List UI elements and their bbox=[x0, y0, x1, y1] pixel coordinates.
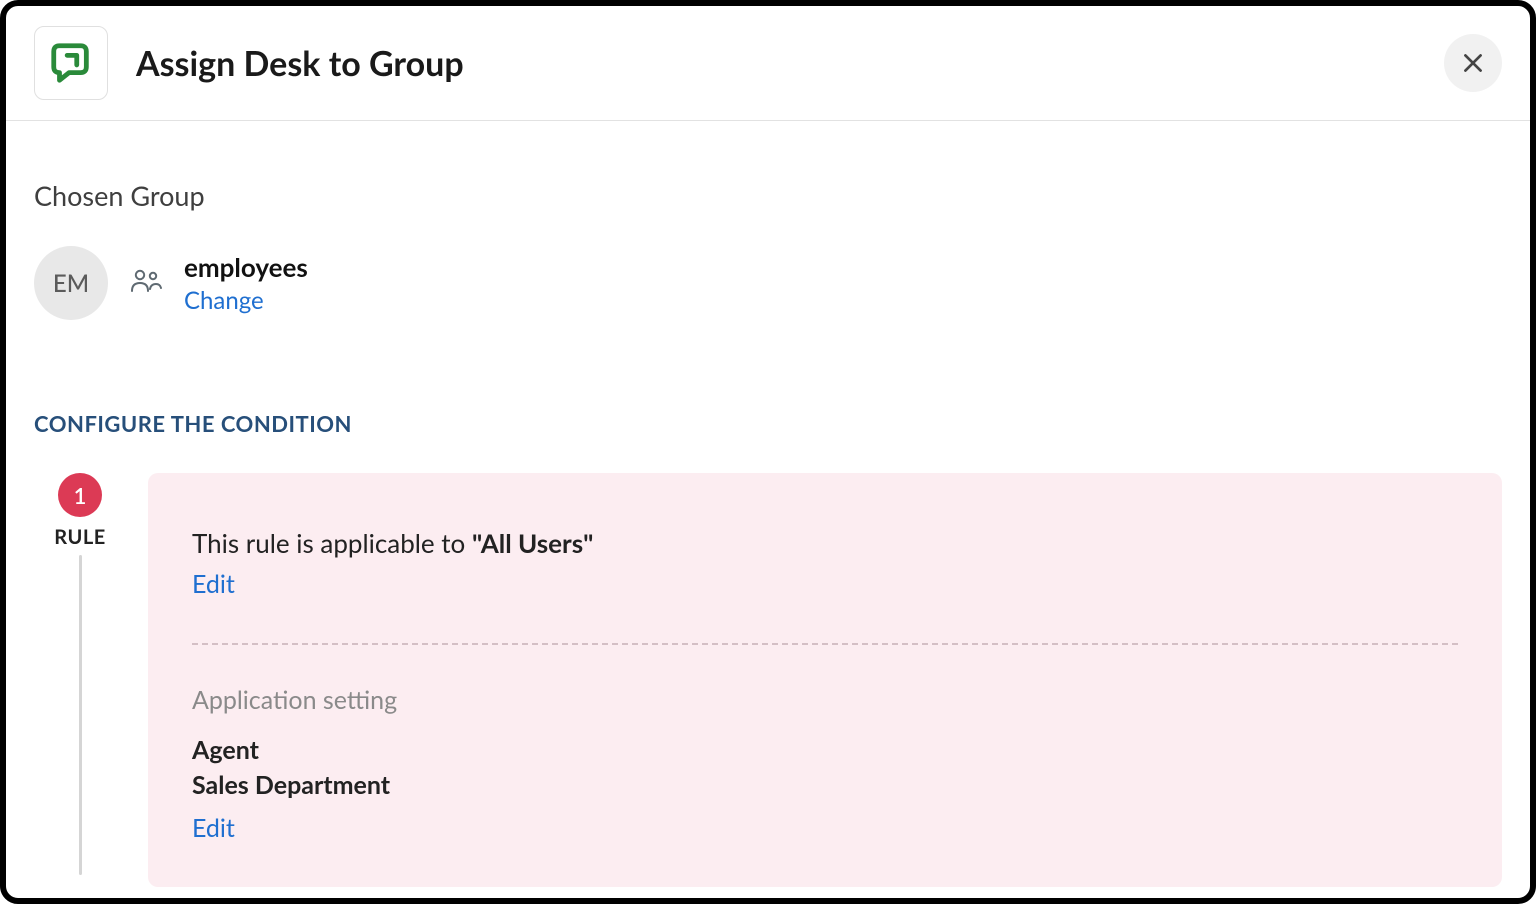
application-setting-label: Application setting bbox=[192, 685, 1458, 715]
rule-applicability: This rule is applicable to "All Users" bbox=[192, 527, 1458, 559]
application-setting-value: Sales Department bbox=[192, 768, 1458, 803]
rule-card: This rule is applicable to "All Users" E… bbox=[148, 473, 1502, 887]
close-icon bbox=[1460, 50, 1486, 76]
close-button[interactable] bbox=[1444, 34, 1502, 92]
modal-body: Chosen Group EM employees Change CONFIGU… bbox=[6, 121, 1530, 887]
rule-sentence-prefix: This rule is applicable to bbox=[192, 527, 472, 559]
modal-header: Assign Desk to Group bbox=[6, 6, 1530, 121]
application-setting-values: Agent Sales Department bbox=[192, 733, 1458, 803]
change-group-link[interactable]: Change bbox=[184, 286, 308, 315]
rules-area: 1 RULE This rule is applicable to "All U… bbox=[34, 473, 1502, 887]
modal-title: Assign Desk to Group bbox=[136, 43, 464, 84]
group-name: employees bbox=[184, 251, 308, 283]
rule-number-badge: 1 bbox=[58, 473, 102, 517]
chosen-group-label: Chosen Group bbox=[34, 179, 1502, 212]
group-meta: employees Change bbox=[184, 251, 308, 315]
edit-app-setting-link[interactable]: Edit bbox=[192, 813, 235, 843]
desk-logo-icon bbox=[48, 40, 94, 86]
chosen-group-row: EM employees Change bbox=[34, 246, 1502, 320]
group-avatar: EM bbox=[34, 246, 108, 320]
people-icon bbox=[130, 267, 162, 299]
desk-app-logo bbox=[34, 26, 108, 100]
application-setting-value: Agent bbox=[192, 733, 1458, 768]
rule-connector-line bbox=[79, 555, 82, 875]
rule-sentence-target: "All Users" bbox=[472, 527, 593, 559]
edit-rule-link[interactable]: Edit bbox=[192, 569, 235, 599]
rule-step-indicator: 1 RULE bbox=[34, 473, 126, 875]
rule-label: RULE bbox=[54, 525, 105, 549]
configure-condition-heading: CONFIGURE THE CONDITION bbox=[34, 410, 1502, 437]
rule-separator bbox=[192, 643, 1458, 645]
